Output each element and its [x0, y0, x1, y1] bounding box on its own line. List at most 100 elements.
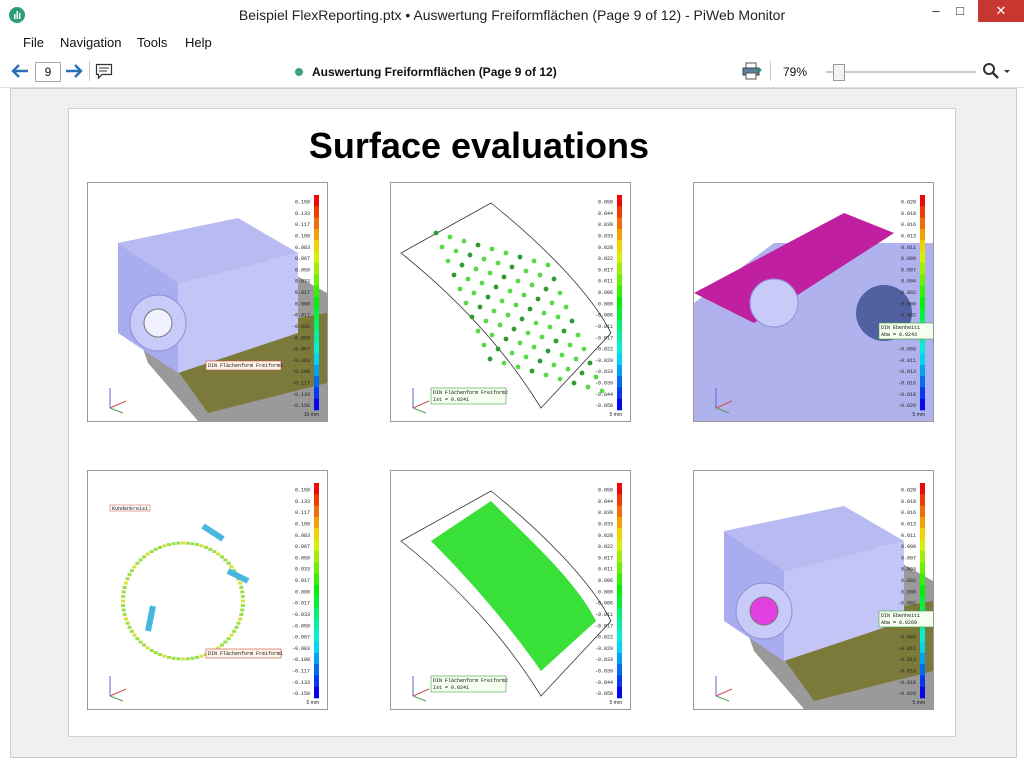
scale-label: -0.006 [595, 313, 613, 319]
scale-band [617, 387, 622, 399]
callout-label: DIN Ebenheit1 [881, 325, 920, 331]
surface-plot-graphic: 0.050 0.044 0.039 0.033 0.028 0.022 0.017 0.011… [400, 483, 622, 706]
scale-band [920, 296, 925, 309]
scale-label: 0.133 [295, 499, 310, 505]
forward-arrow-icon[interactable] [64, 62, 84, 80]
scale-label: 0.150 [295, 487, 310, 493]
page-title: Surface evaluations [308, 125, 650, 166]
scale-band [314, 387, 319, 399]
scale-band [314, 228, 319, 241]
scale-label: -0.100 [292, 657, 310, 663]
scale-band [920, 285, 925, 298]
zoom-slider-thumb[interactable] [833, 64, 845, 81]
scale-band [617, 652, 622, 665]
scale-band [617, 562, 622, 574]
scale-band [920, 686, 925, 699]
scale-label: -0.028 [595, 358, 613, 364]
scale-label: -0.017 [292, 601, 310, 607]
scale-label: 0.117 [295, 510, 310, 516]
scale-label: -0.011 [898, 358, 916, 364]
scale-label: -0.017 [292, 313, 310, 319]
scale-label: -0.033 [292, 324, 310, 330]
menu-file[interactable]: File [23, 35, 44, 50]
page-number-input[interactable]: 9 [35, 62, 61, 82]
scale-label: -0.002 [898, 313, 916, 319]
scale-label: -0.033 [595, 657, 613, 663]
scale-label: 0.083 [295, 533, 310, 539]
scale-band [314, 296, 319, 309]
scale-band [314, 630, 319, 642]
scale-label: 0.017 [295, 578, 310, 584]
scale-label: -0.011 [898, 646, 916, 652]
scale-label: -0.018 [898, 392, 916, 398]
scale-label: -0.044 [595, 392, 613, 398]
scale-label: 0.007 [901, 267, 916, 273]
scale-label: 0.013 [901, 521, 916, 527]
scale-unit: 10 mm [304, 412, 319, 418]
scale-band [617, 539, 622, 552]
scale-label: -0.150 [292, 691, 310, 697]
back-arrow-icon[interactable] [10, 62, 30, 80]
scale-band [617, 398, 622, 411]
scale-label: -0.050 [292, 335, 310, 341]
scale-label: 0.004 [901, 567, 916, 573]
zoom-slider-track[interactable] [826, 71, 976, 73]
scale-band [920, 584, 925, 597]
surface-plot-1: 0.150 0.133 0.117 0.100 0.083 0.067 0.050 0.033… [87, 182, 328, 422]
scale-label: -0.017 [595, 335, 613, 341]
scale-band [314, 319, 319, 332]
document-title: Auswertung Freiformflächen (Page 9 of 12… [312, 65, 557, 79]
scale-band [314, 562, 319, 574]
scale-band [920, 494, 925, 506]
scale-band [920, 251, 925, 264]
scale-band [617, 274, 622, 286]
comment-icon[interactable] [95, 63, 113, 80]
scale-band [617, 240, 622, 252]
scale-label: -0.017 [595, 623, 613, 629]
scale-label: -0.006 [595, 601, 613, 607]
scale-band [314, 528, 319, 540]
scale-label: 0.000 [295, 301, 310, 307]
scale-band [314, 596, 319, 608]
scale-band [617, 262, 622, 275]
scale-band [617, 206, 622, 218]
scale-label: 0.033 [295, 567, 310, 573]
scale-band [920, 274, 925, 286]
scale-unit: 5 mm [610, 412, 623, 418]
scale-band [920, 505, 925, 518]
print-icon[interactable] [742, 62, 762, 80]
scale-band [314, 308, 319, 320]
scale-label: 0.011 [901, 533, 916, 539]
scale-label: -0.016 [898, 669, 916, 675]
scale-band [617, 550, 622, 563]
close-button[interactable]: ✕ [978, 0, 1024, 22]
scale-band [314, 652, 319, 665]
scale-label: -0.011 [595, 324, 613, 330]
scale-label: 0.011 [598, 567, 613, 573]
scale-label: 0.033 [598, 233, 613, 239]
surface-plot-graphic: 0.050 0.044 0.039 0.033 0.028 0.022 0.017 0.011… [400, 195, 623, 418]
scale-band [920, 342, 925, 354]
scale-band [617, 675, 622, 687]
surface-plot-5: 0.050 0.044 0.039 0.033 0.028 0.022 0.017 0.011… [390, 470, 631, 710]
scale-label: 0.006 [598, 578, 613, 584]
scale-label: -0.150 [292, 403, 310, 409]
scale-band [314, 398, 319, 411]
scale-label: 0.150 [295, 199, 310, 205]
callout-label: DIN Flächenform Freiform1 [208, 651, 283, 657]
scale-label: -0.133 [292, 680, 310, 686]
menu-navigation[interactable]: Navigation [60, 35, 121, 50]
menu-help[interactable]: Help [185, 35, 212, 50]
menu-tools[interactable]: Tools [137, 35, 167, 50]
axis-triad [109, 388, 127, 414]
maximize-button[interactable]: □ [943, 0, 977, 22]
zoom-magnifier-icon[interactable] [982, 62, 1012, 80]
scale-band [617, 364, 622, 377]
scale-band [617, 217, 622, 230]
scale-label: 0.022 [598, 544, 613, 550]
scale-label: -0.018 [898, 680, 916, 686]
scale-label: 0.009 [901, 544, 916, 550]
scale-band [920, 550, 925, 563]
scale-band [920, 262, 925, 275]
scale-band [617, 618, 622, 631]
